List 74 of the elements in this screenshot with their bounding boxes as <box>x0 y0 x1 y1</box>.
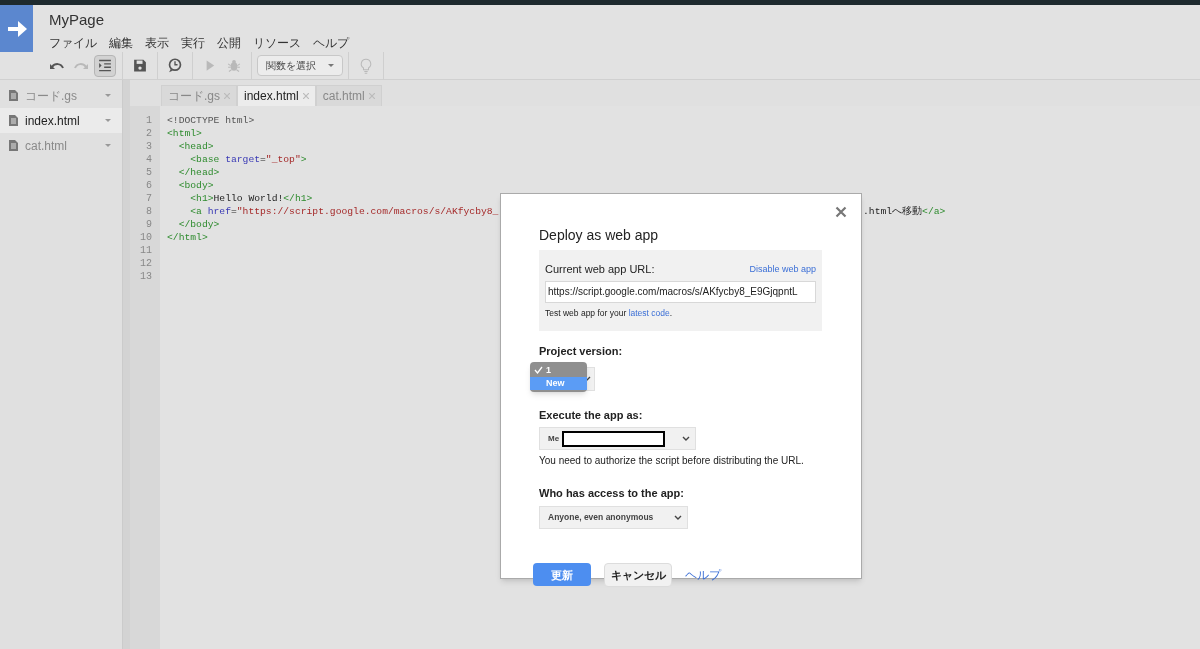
line-number: 1 <box>145 114 153 127</box>
line-number: 6 <box>145 179 153 192</box>
close-icon[interactable] <box>224 93 230 99</box>
line-number: 2 <box>145 127 153 140</box>
url-field[interactable]: https://script.google.com/macros/s/AKfycby8_E9GjqpntL <box>545 280 816 303</box>
latest-code-link[interactable]: latest code <box>628 307 670 318</box>
close-icon <box>835 206 847 218</box>
save-icon <box>132 57 148 74</box>
dialog-title: Deploy as web app <box>539 227 660 244</box>
auth-note: You need to authorize the script before distributing the URL. <box>539 454 805 469</box>
code-line: <body> <box>177 179 214 192</box>
bug-icon <box>226 57 242 74</box>
indent-button[interactable] <box>94 54 116 77</box>
url-label: Current web app URL: <box>545 262 655 277</box>
field-label: Execute the app as: <box>539 407 644 423</box>
caret-icon <box>105 144 111 147</box>
check-icon <box>534 366 543 375</box>
caret-icon <box>328 64 334 67</box>
line-number: 5 <box>145 166 153 179</box>
line-number: 8 <box>145 205 153 218</box>
test-note: Test web app for your latest code. <box>545 306 674 320</box>
access-select[interactable]: Anyone, even anonymous <box>539 505 688 529</box>
clock-icon <box>167 57 183 74</box>
chevron-icon <box>682 436 690 442</box>
line-number: 10 <box>139 231 153 244</box>
logo[interactable] <box>0 5 33 52</box>
line-number: 11 <box>139 244 153 257</box>
close-button[interactable] <box>835 206 847 218</box>
arrow-icon <box>5 18 28 39</box>
execute-select[interactable]: Me <box>539 427 696 451</box>
code-line: <base target="_top"> <box>189 153 307 166</box>
code-line: <html> <box>167 127 202 140</box>
code-line: <head> <box>177 140 214 153</box>
code-line: </html> <box>167 231 208 244</box>
file-item[interactable]: index.html <box>0 108 122 133</box>
close-icon[interactable] <box>368 93 375 99</box>
indent-icon <box>97 57 113 74</box>
code-line: <a href="https://script.google.com/macros/s/AKfycby8_ <box>189 205 499 218</box>
function-select[interactable]: 関数を選択 <box>257 55 343 76</box>
menu-item[interactable]: リソース <box>253 36 301 50</box>
line-number: 9 <box>145 218 153 231</box>
chevron-icon <box>674 514 682 520</box>
disable-link[interactable]: Disable web app <box>749 262 816 276</box>
editor-tab[interactable]: index.html <box>237 85 316 106</box>
caret-icon <box>105 119 111 122</box>
menu-item[interactable]: 実行 <box>181 36 205 50</box>
field-label: Who has access to the app: <box>539 486 685 502</box>
code-line: .htmlへ移動</a> <box>863 205 946 218</box>
document-icon <box>9 140 18 151</box>
help-link[interactable]: ヘルプ <box>685 565 721 584</box>
document-icon <box>9 115 18 126</box>
line-number: 7 <box>145 192 153 205</box>
code-line: </body> <box>177 218 220 231</box>
redo-icon <box>74 62 88 69</box>
line-number: 12 <box>139 257 153 270</box>
caret-icon <box>105 94 111 97</box>
menu-item[interactable]: ファイル <box>49 36 97 50</box>
menu-item[interactable]: 編集 <box>109 36 133 50</box>
field-label: Project version: <box>539 344 624 360</box>
lightbulb-icon <box>358 57 374 74</box>
line-number: 4 <box>145 153 153 166</box>
code-line: <!DOCTYPE html> <box>167 114 255 127</box>
document-icon <box>9 90 18 101</box>
undo-icon <box>50 62 64 69</box>
menu-item[interactable]: 公開 <box>217 36 241 50</box>
menu-item[interactable]: 表示 <box>145 36 169 50</box>
close-icon[interactable] <box>302 93 309 99</box>
code-line: </head> <box>177 166 220 179</box>
menu-item[interactable]: ヘルプ <box>313 36 349 50</box>
line-number: 13 <box>139 270 153 283</box>
cancel-button[interactable]: キャンセル <box>604 562 672 587</box>
code-line: <h1>Hello World!</h1> <box>189 192 313 205</box>
project-title[interactable]: MyPage <box>49 11 349 29</box>
line-number: 3 <box>145 140 153 153</box>
